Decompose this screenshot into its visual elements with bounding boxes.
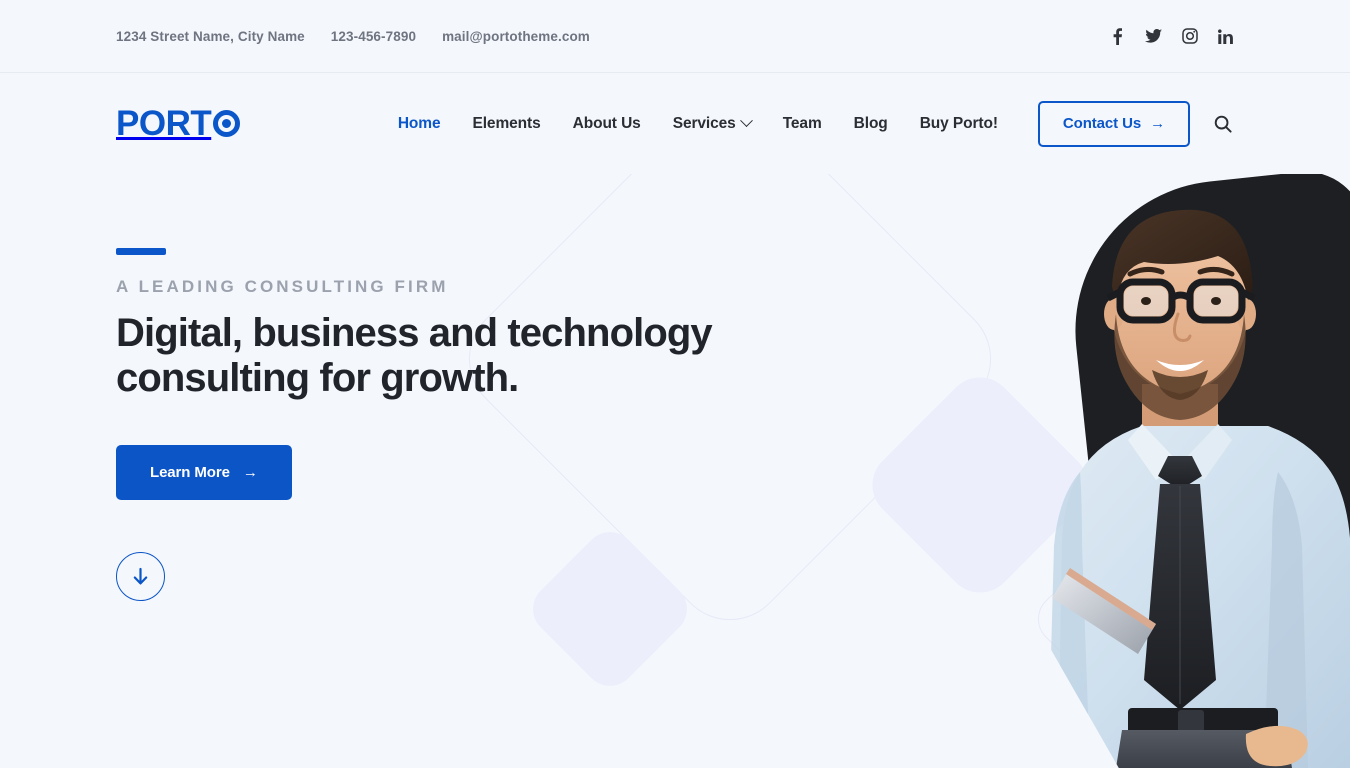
nav-item-services[interactable]: Services	[657, 114, 767, 133]
nav-item-blog[interactable]: Blog	[838, 115, 904, 133]
twitter-icon[interactable]	[1145, 28, 1162, 45]
nav-label-buy-porto: Buy Porto!	[919, 114, 998, 132]
learn-more-label: Learn More	[150, 464, 230, 482]
nav-item-about-us[interactable]: About Us	[557, 115, 657, 133]
hero-accent-bar	[116, 248, 166, 255]
logo-wordmark: PORT	[116, 104, 212, 143]
topbar-phone[interactable]: 123-456-7890	[331, 29, 416, 44]
nav-label-blog: Blog	[853, 114, 888, 132]
nav-label-services: Services	[672, 114, 736, 132]
nav-label-about-us: About Us	[572, 114, 641, 132]
social-links	[1109, 27, 1234, 45]
porto-logo[interactable]: PORT	[116, 104, 241, 144]
nav-label-elements: Elements	[472, 114, 541, 132]
arrow-right-icon: →	[242, 464, 258, 482]
hero-headline-line-1: Digital, business and technology	[116, 311, 713, 355]
nav-label-home: Home	[397, 114, 441, 132]
search-icon[interactable]	[1212, 113, 1234, 135]
nav-item-home[interactable]: Home	[382, 115, 457, 133]
chevron-down-icon	[739, 114, 753, 128]
contact-us-button[interactable]: Contact Us →	[1037, 100, 1190, 147]
instagram-icon[interactable]	[1181, 28, 1198, 45]
arrow-down-icon	[133, 568, 148, 585]
topbar-address: 1234 Street Name, City Name	[116, 28, 305, 44]
nav-item-elements[interactable]: Elements	[456, 115, 556, 133]
nav-item-buy-porto[interactable]: Buy Porto!	[904, 115, 1014, 133]
top-info-bar: 1234 Street Name, City Name 123-456-7890…	[0, 0, 1350, 73]
hero-eyebrow: A LEADING CONSULTING FIRM	[116, 277, 449, 296]
topbar-email[interactable]: mail@portotheme.com	[442, 29, 590, 44]
arrow-right-icon: →	[1150, 115, 1165, 132]
linkedin-icon[interactable]	[1217, 28, 1234, 45]
hero-headline: Digital, business and technology consult…	[116, 311, 716, 401]
site-header: PORT Home Elements About Us Services Tea…	[0, 73, 1350, 174]
nav-item-team[interactable]: Team	[767, 115, 838, 133]
logo-circle-icon	[213, 110, 241, 137]
topbar-contact-group: 1234 Street Name, City Name 123-456-7890…	[116, 29, 590, 44]
hero-page: 1234 Street Name, City Name 123-456-7890…	[0, 0, 1350, 768]
learn-more-button[interactable]: Learn More →	[116, 445, 292, 501]
scroll-down-button[interactable]	[116, 552, 165, 602]
hero-content: A LEADING CONSULTING FIRM Digital, busin…	[0, 174, 1350, 602]
contact-us-label: Contact Us	[1062, 115, 1142, 132]
facebook-icon[interactable]	[1109, 27, 1126, 45]
hero-section: A LEADING CONSULTING FIRM Digital, busin…	[0, 174, 1350, 768]
main-navigation: Home Elements About Us Services Team Blo…	[382, 100, 1234, 147]
hero-headline-line-2: consulting for growth.	[116, 356, 519, 401]
nav-label-team: Team	[782, 114, 822, 132]
